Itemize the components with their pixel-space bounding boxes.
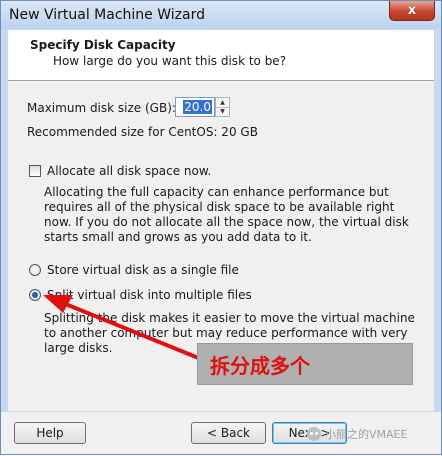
wechat-icon	[307, 427, 321, 441]
single-file-label: Store virtual disk as a single file	[47, 263, 239, 277]
title-bar: New Virtual Machine Wizard x	[1, 1, 441, 29]
close-icon: x	[407, 3, 417, 18]
page-title: Specify Disk Capacity	[30, 38, 176, 52]
help-button[interactable]: Help	[14, 422, 86, 444]
multiple-files-label: Split virtual disk into multiple files	[47, 288, 252, 302]
disk-size-spinner[interactable]: ▲ ▼	[215, 97, 230, 117]
allocate-all-option[interactable]: Allocate all disk space now.	[29, 164, 211, 178]
back-button[interactable]: < Back	[191, 422, 266, 444]
wizard-header: Specify Disk Capacity How large do you w…	[8, 30, 434, 81]
annotation-text: 拆分成多个	[210, 353, 310, 378]
wizard-footer: Help < Back Next > 小熊之的VMAEE	[1, 412, 441, 454]
multiple-files-radio[interactable]	[29, 289, 41, 301]
allocate-description: Allocating the full capacity can enhance…	[44, 185, 409, 244]
single-file-radio[interactable]	[29, 264, 41, 276]
annotation-callout: 拆分成多个	[197, 343, 413, 385]
window-title: New Virtual Machine Wizard	[9, 7, 205, 23]
multiple-files-option[interactable]: Split virtual disk into multiple files	[29, 288, 252, 302]
wizard-window: New Virtual Machine Wizard x Specify Dis…	[0, 0, 442, 455]
spin-down-icon[interactable]: ▼	[216, 107, 229, 116]
disk-size-input[interactable]: 20.0	[175, 97, 215, 117]
single-file-option[interactable]: Store virtual disk as a single file	[29, 263, 239, 277]
recommended-size-text: Recommended size for CentOS: 20 GB	[27, 125, 258, 139]
allocate-all-label: Allocate all disk space now.	[47, 164, 212, 178]
disk-size-value: 20.0	[183, 100, 212, 114]
disk-size-label: Maximum disk size (GB):	[27, 101, 176, 115]
close-button[interactable]: x	[389, 1, 435, 21]
watermark: 小熊之的VMAEE	[307, 426, 407, 442]
allocate-all-checkbox[interactable]	[29, 165, 41, 177]
watermark-text: 小熊之的VMAEE	[325, 428, 408, 441]
page-subtitle: How large do you want this disk to be?	[53, 54, 287, 68]
